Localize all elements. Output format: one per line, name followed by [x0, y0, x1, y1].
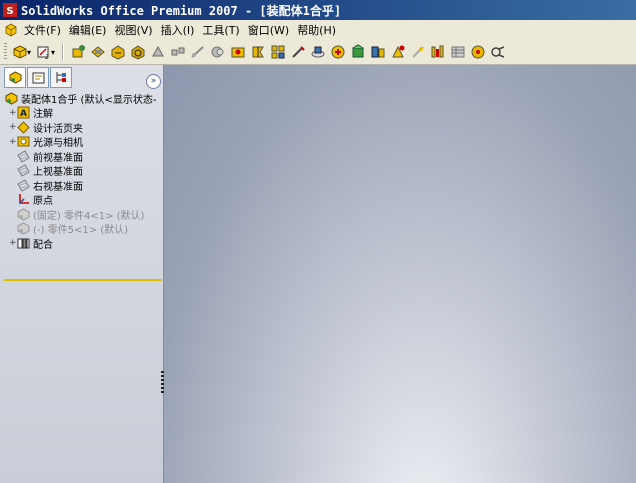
smart-fasteners-icon[interactable] [148, 43, 167, 61]
window-title: SolidWorks Office Premium 2007 - [装配体1合乎… [21, 3, 342, 18]
tree-item-label: 光源与相机 [33, 138, 83, 150]
tree-item-mates[interactable]: + 配合 [0, 236, 163, 251]
svg-text:A: A [20, 109, 27, 119]
menu-help[interactable]: 帮助(H) [295, 22, 342, 38]
tree-item-label: 配合 [33, 239, 53, 251]
mate-icon[interactable] [88, 43, 107, 61]
assembly-icon [4, 92, 18, 105]
design-binder-icon [16, 121, 30, 134]
move-component-icon[interactable] [108, 43, 127, 61]
origin-icon [16, 193, 30, 206]
expand-panel-button[interactable]: » [146, 74, 161, 89]
insert-component-icon[interactable] [68, 43, 87, 61]
explode-icon[interactable] [168, 43, 187, 61]
menu-window[interactable]: 窗口(W) [246, 22, 295, 38]
tree-item-label: 原点 [33, 196, 53, 208]
tree-item-origin[interactable]: 原点 [0, 193, 163, 208]
annotations-icon: A [16, 106, 30, 119]
plane-icon [16, 179, 30, 192]
document-icon[interactable] [4, 23, 18, 37]
tree-item-right-plane[interactable]: 右视基准面 [0, 178, 163, 193]
clearance-icon[interactable] [408, 43, 427, 61]
part-icon [16, 222, 30, 235]
tree-item-design-binder[interactable]: + 设计活页夹 [0, 120, 163, 135]
tree-item-label: 注解 [33, 109, 53, 121]
interference-icon[interactable] [208, 43, 227, 61]
plane-icon [16, 164, 30, 177]
feature-manager-panel: » 装配体1合乎 (默认<显示状态- + A 注解 + 设计活页夹 + 光源与相… [0, 65, 165, 483]
plane-icon [16, 150, 30, 163]
bom-icon[interactable] [448, 43, 467, 61]
explode-line-icon[interactable] [188, 43, 207, 61]
feature-tree: 装配体1合乎 (默认<显示状态- + A 注解 + 设计活页夹 + 光源与相机 … [0, 91, 163, 281]
collision-icon[interactable] [388, 43, 407, 61]
rotate-component-icon[interactable] [128, 43, 147, 61]
part-icon [16, 208, 30, 221]
svg-text:S: S [6, 6, 13, 17]
feature-manager-tab[interactable] [4, 66, 26, 88]
expand-icon[interactable]: + [9, 238, 17, 248]
pattern-icon[interactable] [268, 43, 287, 61]
svg-text:2: 2 [45, 54, 49, 60]
assembly-toolbar: ▾ 2 ▾ [0, 40, 636, 65]
tree-item-label: (固定) 零件4<1> (默认) [33, 210, 145, 222]
hole-series-icon[interactable] [228, 43, 247, 61]
menu-insert[interactable]: 插入(I) [159, 22, 201, 38]
tree-item-part5[interactable]: (-) 零件5<1> (默认) [0, 222, 163, 237]
tree-root-label: 装配体1合乎 (默认<显示状态- [21, 94, 157, 106]
menu-file[interactable]: 文件(F) [22, 22, 67, 38]
tree-item-label: 前视基准面 [33, 152, 83, 164]
tree-item-lights-cameras[interactable]: + 光源与相机 [0, 135, 163, 150]
property-manager-tab[interactable] [27, 66, 49, 88]
feature-icon[interactable] [248, 43, 267, 61]
expand-icon[interactable]: + [9, 108, 17, 118]
show-hidden-icon[interactable] [308, 43, 327, 61]
tree-root[interactable]: 装配体1合乎 (默认<显示状态- [0, 91, 163, 106]
tree-item-part4[interactable]: (固定) 零件4<1> (默认) [0, 207, 163, 222]
tree-item-label: 右视基准面 [33, 181, 83, 193]
physical-simulation-icon[interactable] [428, 43, 447, 61]
design-library-icon[interactable] [468, 43, 487, 61]
tree-item-label: 上视基准面 [33, 167, 83, 179]
expand-icon[interactable]: + [9, 137, 17, 147]
menu-edit[interactable]: 编辑(E) [67, 22, 113, 38]
mates-icon [16, 237, 30, 250]
title-bar: S SolidWorks Office Premium 2007 - [装配体1… [0, 0, 636, 20]
assembly-feature-icon[interactable] [288, 43, 307, 61]
view-dropdown-icon[interactable]: ▾ [51, 48, 55, 57]
menu-bar: 文件(F) 编辑(E) 视图(V) 插入(I) 工具(T) 窗口(W) 帮助(H… [0, 20, 636, 41]
graphics-area[interactable] [164, 65, 636, 483]
assembly-tree-icon [9, 70, 21, 84]
panel-tabs [0, 65, 163, 89]
assembly-dropdown-icon[interactable]: ▾ [27, 48, 31, 57]
tree-item-annotations[interactable]: + A 注解 [0, 106, 163, 121]
render-icon[interactable] [488, 43, 507, 61]
tree-item-label: (-) 零件5<1> (默认) [33, 225, 129, 237]
configuration-manager-icon [56, 71, 66, 83]
tree-item-top-plane[interactable]: 上视基准面 [0, 164, 163, 179]
configuration-manager-tab[interactable] [50, 66, 72, 88]
menu-view[interactable]: 视图(V) [112, 22, 158, 38]
tree-item-front-plane[interactable]: 前视基准面 [0, 149, 163, 164]
lights-cameras-icon [16, 135, 30, 148]
property-manager-icon [32, 72, 44, 83]
tree-end-marker[interactable] [4, 279, 162, 281]
menu-tools[interactable]: 工具(T) [200, 22, 245, 38]
solidworks-logo-icon: S [3, 3, 17, 17]
edit-component-icon[interactable] [328, 43, 347, 61]
expand-icon[interactable]: + [9, 122, 17, 132]
toolbar-grip[interactable] [4, 43, 7, 61]
new-part-icon[interactable] [348, 43, 367, 61]
new-assembly-icon[interactable] [368, 43, 387, 61]
tree-item-label: 设计活页夹 [33, 123, 83, 135]
